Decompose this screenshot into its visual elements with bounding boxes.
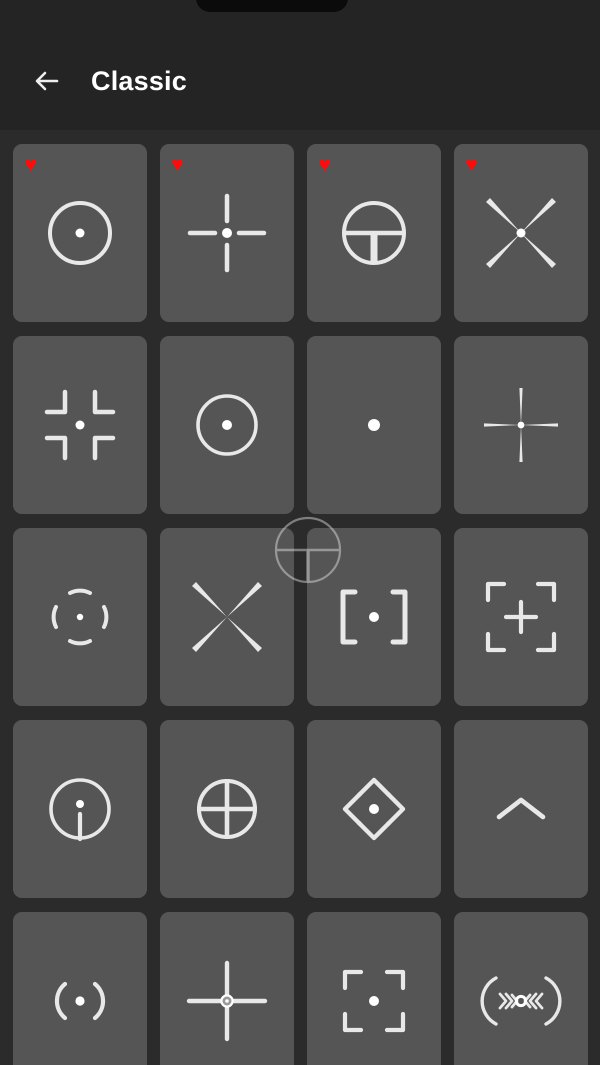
- crosshair-tile[interactable]: [454, 336, 588, 514]
- dashed-circle-dot-crosshair: [25, 178, 135, 288]
- crosshair-tile[interactable]: [13, 720, 147, 898]
- crosshair-tile[interactable]: [13, 912, 147, 1065]
- tapered-x-dot-crosshair: [466, 178, 576, 288]
- camera-notch: [196, 0, 348, 12]
- crosshair-tile[interactable]: [307, 720, 441, 898]
- crosshair-tile[interactable]: ♥: [454, 144, 588, 322]
- crosshair-tile[interactable]: [160, 720, 294, 898]
- single-dot-crosshair: [319, 370, 429, 480]
- arcs-arrows-ring-crosshair: [466, 946, 576, 1056]
- floating-scope-crosshair[interactable]: [273, 515, 343, 585]
- circle-post-scope-crosshair: [319, 178, 429, 288]
- four-arcs-dot-crosshair: [25, 562, 135, 672]
- diamond-chevrons-dot-crosshair: [319, 754, 429, 864]
- favorite-heart-icon[interactable]: ♥: [171, 154, 191, 175]
- gapped-cross-dot-crosshair: [172, 178, 282, 288]
- crosshair-tile[interactable]: [307, 912, 441, 1065]
- crosshair-tile[interactable]: ♥: [307, 144, 441, 322]
- crosshair-tile[interactable]: [454, 528, 588, 706]
- tapered-x-crosshair: [172, 562, 282, 672]
- crosshair-tile[interactable]: [13, 528, 147, 706]
- arrow-left-icon: [31, 65, 63, 97]
- corner-frame-dot-crosshair: [319, 946, 429, 1056]
- crosshair-tile[interactable]: [454, 912, 588, 1065]
- favorite-heart-icon[interactable]: ♥: [465, 154, 485, 175]
- favorite-heart-icon[interactable]: ♥: [24, 154, 44, 175]
- chevron-up-crosshair: [466, 754, 576, 864]
- status-bar: [0, 0, 600, 32]
- circle-full-cross-crosshair: [172, 754, 282, 864]
- back-button[interactable]: [19, 53, 75, 109]
- crosshair-tile[interactable]: [307, 336, 441, 514]
- crosshair-tile[interactable]: ♥: [13, 144, 147, 322]
- crosshair-tile[interactable]: ♥: [160, 144, 294, 322]
- crosshair-tile[interactable]: [160, 336, 294, 514]
- crosshair-grid: ♥ ♥ ♥ ♥: [13, 144, 588, 1065]
- crosshair-tile[interactable]: [13, 336, 147, 514]
- cross-ring-center-crosshair: [172, 946, 282, 1056]
- corner-brackets-dot-crosshair: [25, 370, 135, 480]
- thin-tapered-plus-crosshair: [466, 370, 576, 480]
- crosshair-picker-screen: Classic ♥ ♥ ♥ ♥: [0, 0, 600, 1065]
- frame-plus-crosshair: [466, 562, 576, 672]
- crosshair-tile[interactable]: [454, 720, 588, 898]
- crosshair-tile[interactable]: [160, 912, 294, 1065]
- parens-dot-crosshair: [25, 946, 135, 1056]
- app-header: Classic: [0, 32, 600, 130]
- circle-dot-crosshair: [172, 370, 282, 480]
- page-title: Classic: [91, 65, 187, 96]
- favorite-heart-icon[interactable]: ♥: [318, 154, 338, 175]
- circle-dot-stem-crosshair: [25, 754, 135, 864]
